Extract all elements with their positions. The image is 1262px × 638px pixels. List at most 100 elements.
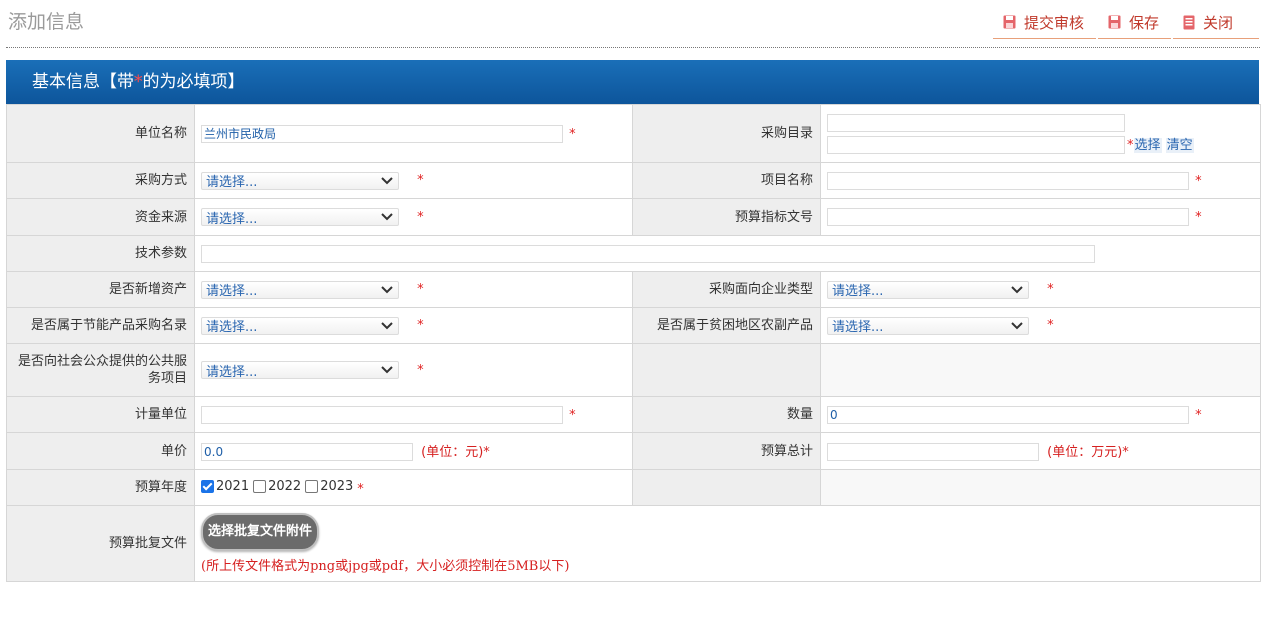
year-2022-label: 2022 [268,478,302,494]
unit-price-label: 单价 [6,432,195,470]
budget-total-input[interactable] [827,443,1039,461]
required-star: * [1047,282,1054,297]
section-title-prefix: 基本信息【带 [32,72,134,92]
fund-source-cell: 请选择... * [194,198,633,236]
public-service-select[interactable]: 请选择... [201,361,399,380]
submit-review-button[interactable]: 提交审核 [992,6,1096,39]
public-service-cell: 请选择... * [194,343,633,397]
chevron-down-icon [381,176,393,184]
enterprise-type-select[interactable]: 请选择... [827,280,1029,299]
quantity-label: 数量 [632,396,821,433]
budget-doc-no-label: 预算指标文号 [632,198,821,236]
upload-hint: (所上传文件格式为png或jpg或pdf，大小必须控制在5MB以下) [201,559,570,574]
required-star: * [1047,318,1054,333]
unit-price-cell: (单位：元)* [194,432,633,470]
year-2022-checkbox[interactable]: 2022 [253,479,301,494]
purchase-catalog-display[interactable] [827,113,1125,132]
document-icon [1183,15,1195,30]
form-row: 是否新增资产 请选择... * 采购面向企业类型 请选择... * [6,271,1261,308]
budget-doc-no-input[interactable] [827,208,1189,226]
required-star: * [417,362,424,378]
energy-saving-value: 请选择... [206,320,258,335]
is-new-asset-cell: 请选择... * [194,271,633,308]
section-header: 基本信息【带*的为必填项】 [6,60,1259,104]
poverty-agri-label: 是否属于贫困地区农副产品 [632,307,821,344]
save-disk-icon [1108,15,1121,29]
budget-doc-no-cell: * [820,198,1261,236]
tech-params-input[interactable] [201,244,1095,263]
form-row: 资金来源 请选择... * 预算指标文号 * [6,198,1261,236]
approval-file-label: 预算批复文件 [6,505,195,582]
required-star: * [1195,173,1202,189]
is-new-asset-select[interactable]: 请选择... [201,280,399,299]
form-row: 预算批复文件 选择批复文件附件 (所上传文件格式为png或jpg或pdf，大小必… [6,505,1261,582]
public-service-label: 是否向社会公众提供的公共服务项目 [6,343,195,397]
close-button[interactable]: 关闭 [1172,6,1259,39]
fund-source-label: 资金来源 [6,198,195,236]
poverty-agri-select[interactable]: 请选择... [827,316,1029,335]
year-2021-label: 2021 [216,478,250,494]
purchase-catalog-label: 采购目录 [632,104,821,163]
chevron-down-icon [1011,285,1023,293]
budget-year-label: 预算年度 [6,469,195,506]
enterprise-type-value: 请选择... [832,284,884,299]
measure-unit-input[interactable] [201,405,563,424]
tech-params-cell [194,235,1261,272]
purchase-catalog-input[interactable] [827,135,1125,154]
form-row: 是否向社会公众提供的公共服务项目 请选择... * [6,343,1261,397]
unit-price-input[interactable] [201,443,413,461]
approval-file-cell: 选择批复文件附件 (所上传文件格式为png或jpg或pdf，大小必须控制在5MB… [194,505,1261,582]
quantity-input[interactable] [827,405,1189,424]
checkbox-checked-icon [201,479,214,493]
chevron-down-icon [381,366,393,374]
unit-name-input[interactable] [201,124,563,143]
poverty-agri-value: 请选择... [832,320,884,335]
required-star: * [1195,210,1202,225]
energy-saving-cell: 请选择... * [194,307,633,344]
unit-name-label: 单位名称 [6,104,195,163]
chevron-down-icon [381,321,393,329]
purchase-method-select[interactable]: 请选择... [201,171,399,190]
section-title-suffix: 的为必填项】 [142,72,245,92]
is-new-asset-label: 是否新增资产 [6,271,195,308]
save-disk-icon [1003,15,1016,29]
required-star: * [417,318,424,333]
budget-total-cell: (单位：万元)* [820,432,1261,470]
required-star: * [357,481,364,497]
save-label: 保存 [1128,13,1159,32]
checkbox-unchecked-icon [305,479,319,493]
measure-unit-cell: * [194,396,633,433]
unit-name-cell: * [194,104,633,163]
required-star: * [417,173,424,188]
empty-label-cell [632,343,821,397]
year-2023-label: 2023 [320,478,354,494]
form-row: 技术参数 [6,235,1261,272]
purchase-method-label: 采购方式 [6,162,195,199]
required-star: * [569,407,576,423]
checkbox-unchecked-icon [253,479,267,493]
header-divider [6,47,1260,48]
form-row: 是否属于节能产品采购名录 请选择... * 是否属于贫困地区农副产品 请选择..… [6,307,1261,344]
fund-source-select[interactable]: 请选择... [201,208,399,227]
empty-value-cell [820,469,1261,506]
clear-catalog-link[interactable]: 清空 [1165,137,1194,153]
required-star: * [569,127,576,142]
purchase-method-value: 请选择... [206,175,258,190]
budget-year-cell: 2021 2022 2023 * [194,469,633,506]
chevron-down-icon [1011,321,1023,329]
energy-saving-label: 是否属于节能产品采购名录 [6,307,195,344]
year-2023-checkbox[interactable]: 2023 [305,479,353,494]
select-attachment-button[interactable]: 选择批复文件附件 [201,513,320,551]
toolbar: 提交审核 保存 关闭 [991,6,1259,39]
project-name-input[interactable] [827,171,1189,190]
energy-saving-select[interactable]: 请选择... [201,316,399,335]
form-row: 预算年度 2021 2022 2023 * [6,469,1261,506]
project-name-cell: * [820,162,1261,199]
required-star: * [417,282,424,297]
enterprise-type-cell: 请选择... * [820,271,1261,308]
select-catalog-link[interactable]: 选择 [1133,137,1162,153]
save-button[interactable]: 保存 [1097,6,1171,39]
required-star: * [417,209,424,225]
measure-unit-label: 计量单位 [6,396,195,433]
year-2021-checkbox[interactable]: 2021 [201,479,249,494]
